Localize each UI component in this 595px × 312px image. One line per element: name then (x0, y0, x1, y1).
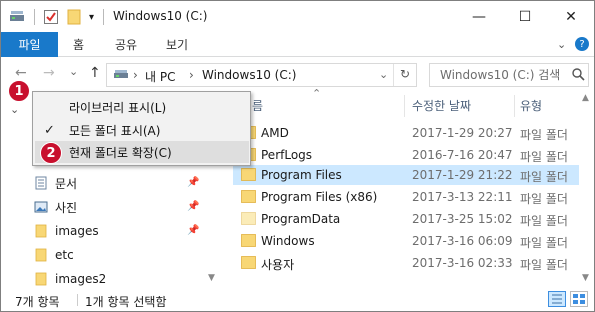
large-icons-view-icon[interactable] (570, 291, 588, 307)
ribbon-tabs: 파일 홈 공유 보기 ⌄ ? (1, 32, 594, 57)
address-divider (393, 64, 394, 86)
file-row-selected[interactable]: Program Files 2017-1-29 21:22 파일 폴더 (233, 165, 594, 185)
up-button[interactable]: ↑ (89, 65, 101, 81)
folder-icon (241, 190, 256, 203)
nav-item-label: 문서 (55, 176, 78, 191)
chevron-down-icon[interactable]: ⌄ (557, 38, 566, 51)
tab-file[interactable]: 파일 (1, 32, 58, 57)
tab-home[interactable]: 홈 (73, 36, 84, 53)
nav-item-label: etc (55, 248, 74, 262)
file-row[interactable]: 사용자 2017-3-16 02:33 파일 폴더 (233, 253, 594, 273)
folder-icon (35, 248, 47, 262)
nav-item-label: images (55, 224, 99, 238)
tab-view[interactable]: 보기 (166, 36, 188, 53)
status-divider (77, 294, 78, 306)
breadcrumb-separator: › (189, 68, 194, 82)
column-header-type[interactable]: 유형 (520, 91, 542, 119)
step-marker-1: 1 (8, 80, 30, 102)
folder-icon (241, 256, 256, 269)
file-row[interactable]: ProgramData 2017-3-25 15:02 파일 폴더 (233, 209, 594, 229)
status-bar: 7개 항목 1개 항목 선택함 (1, 289, 594, 311)
explorer-window: ▾ Windows10 (C:) — ☐ ✕ 파일 홈 공유 보기 ⌄ ? ← … (0, 0, 595, 312)
checkmark-icon: ✓ (44, 122, 55, 138)
folder-icon (241, 234, 256, 247)
folder-icon (35, 224, 47, 238)
recent-locations-button[interactable]: ⌄ (69, 65, 78, 78)
sort-ascending-icon: ⌃ (312, 87, 322, 100)
pin-icon[interactable]: 📌 (187, 225, 199, 236)
properties-icon[interactable] (43, 8, 59, 26)
new-folder-icon[interactable] (66, 8, 82, 26)
documents-icon (35, 176, 47, 190)
customize-qat-icon[interactable]: ▾ (89, 8, 94, 26)
forward-button[interactable]: → (43, 65, 55, 81)
selection-count: 1개 항목 선택함 (85, 295, 167, 309)
nav-item-images[interactable]: images (34, 220, 204, 242)
folder-icon (35, 272, 47, 286)
nav-item-label: 사진 (55, 200, 78, 215)
item-count: 7개 항목 (15, 295, 60, 309)
pin-icon[interactable]: 📌 (187, 177, 199, 188)
details-view-icon[interactable] (548, 291, 566, 307)
column-header-name[interactable]: 름 (252, 91, 263, 119)
file-list-scrollbar[interactable]: ▲ ▼ (579, 91, 594, 289)
navigation-bar: ← → ⌄ ↑ › 내 PC › Windows10 (C:) ⌄ ↻ (1, 59, 594, 91)
nav-item-etc[interactable]: etc (34, 244, 204, 266)
address-bar[interactable]: › 내 PC › Windows10 (C:) ⌄ ↻ (106, 63, 417, 87)
file-list: ⌃ 름 수정한 날짜 유형 AMD 2017-1-29 20:27 파일 폴더 … (219, 87, 594, 289)
address-dropdown-icon[interactable]: ⌄ (379, 68, 388, 81)
file-row[interactable]: Windows 2017-3-16 06:09 파일 폴더 (233, 231, 594, 251)
nav-item-pictures[interactable]: 사진 (34, 196, 204, 218)
nav-item-documents[interactable]: 문서 (34, 172, 204, 194)
file-row[interactable]: PerfLogs 2016-7-16 20:47 파일 폴더 (233, 145, 594, 165)
file-row[interactable]: AMD 2017-1-29 20:27 파일 폴더 (233, 123, 594, 143)
menu-item-show-libraries[interactable]: 라이브러리 표시(L) (35, 96, 249, 118)
file-row[interactable]: Program Files (x86) 2017-3-13 22:11 파일 폴… (233, 187, 594, 207)
search-input[interactable] (430, 64, 570, 86)
menu-item-show-all-folders[interactable]: ✓ 모든 폴더 표시(A) (35, 119, 249, 141)
column-divider (514, 95, 515, 117)
column-header-date[interactable]: 수정한 날짜 (412, 91, 471, 119)
nav-item-label: images2 (55, 272, 107, 286)
breadcrumb-separator: › (133, 68, 138, 82)
breadcrumb-this-pc[interactable]: 내 PC (145, 68, 175, 85)
breadcrumb-drive[interactable]: Windows10 (C:) (202, 68, 296, 82)
help-icon[interactable]: ? (575, 37, 589, 51)
search-box[interactable] (429, 63, 589, 87)
nav-item-images2[interactable]: images2 (34, 268, 204, 290)
tab-share[interactable]: 공유 (115, 36, 137, 53)
nav-pane-context-menu: 라이브러리 표시(L) ✓ 모든 폴더 표시(A) 현재 폴더로 확장(C) (32, 91, 251, 166)
back-button[interactable]: ← (15, 65, 27, 81)
scroll-up-icon[interactable]: ▲ (582, 93, 589, 103)
minimize-button[interactable]: — (456, 1, 502, 32)
refresh-icon[interactable]: ↻ (400, 67, 410, 81)
menu-item-expand-to-current-folder[interactable]: 현재 폴더로 확장(C) (35, 141, 249, 163)
title-divider (34, 9, 35, 25)
step-marker-2: 2 (40, 142, 62, 164)
folder-icon (241, 168, 256, 181)
window-title: Windows10 (C:) (113, 9, 208, 23)
scroll-down-icon[interactable]: ▼ (208, 273, 215, 283)
pictures-icon (34, 201, 48, 213)
title-bar: ▾ Windows10 (C:) — ☐ ✕ (1, 1, 594, 33)
maximize-button[interactable]: ☐ (502, 1, 548, 32)
title-divider (103, 9, 104, 25)
hidden-folder-icon (241, 212, 256, 225)
pin-icon[interactable]: 📌 (187, 201, 199, 212)
scroll-down-icon[interactable]: ▼ (582, 273, 589, 283)
pc-icon (113, 69, 129, 84)
drive-icon[interactable] (9, 8, 25, 26)
expand-chevron-icon[interactable]: ⌄ (10, 103, 19, 116)
search-icon[interactable] (572, 68, 585, 84)
close-button[interactable]: ✕ (548, 1, 594, 32)
column-divider (404, 95, 405, 117)
